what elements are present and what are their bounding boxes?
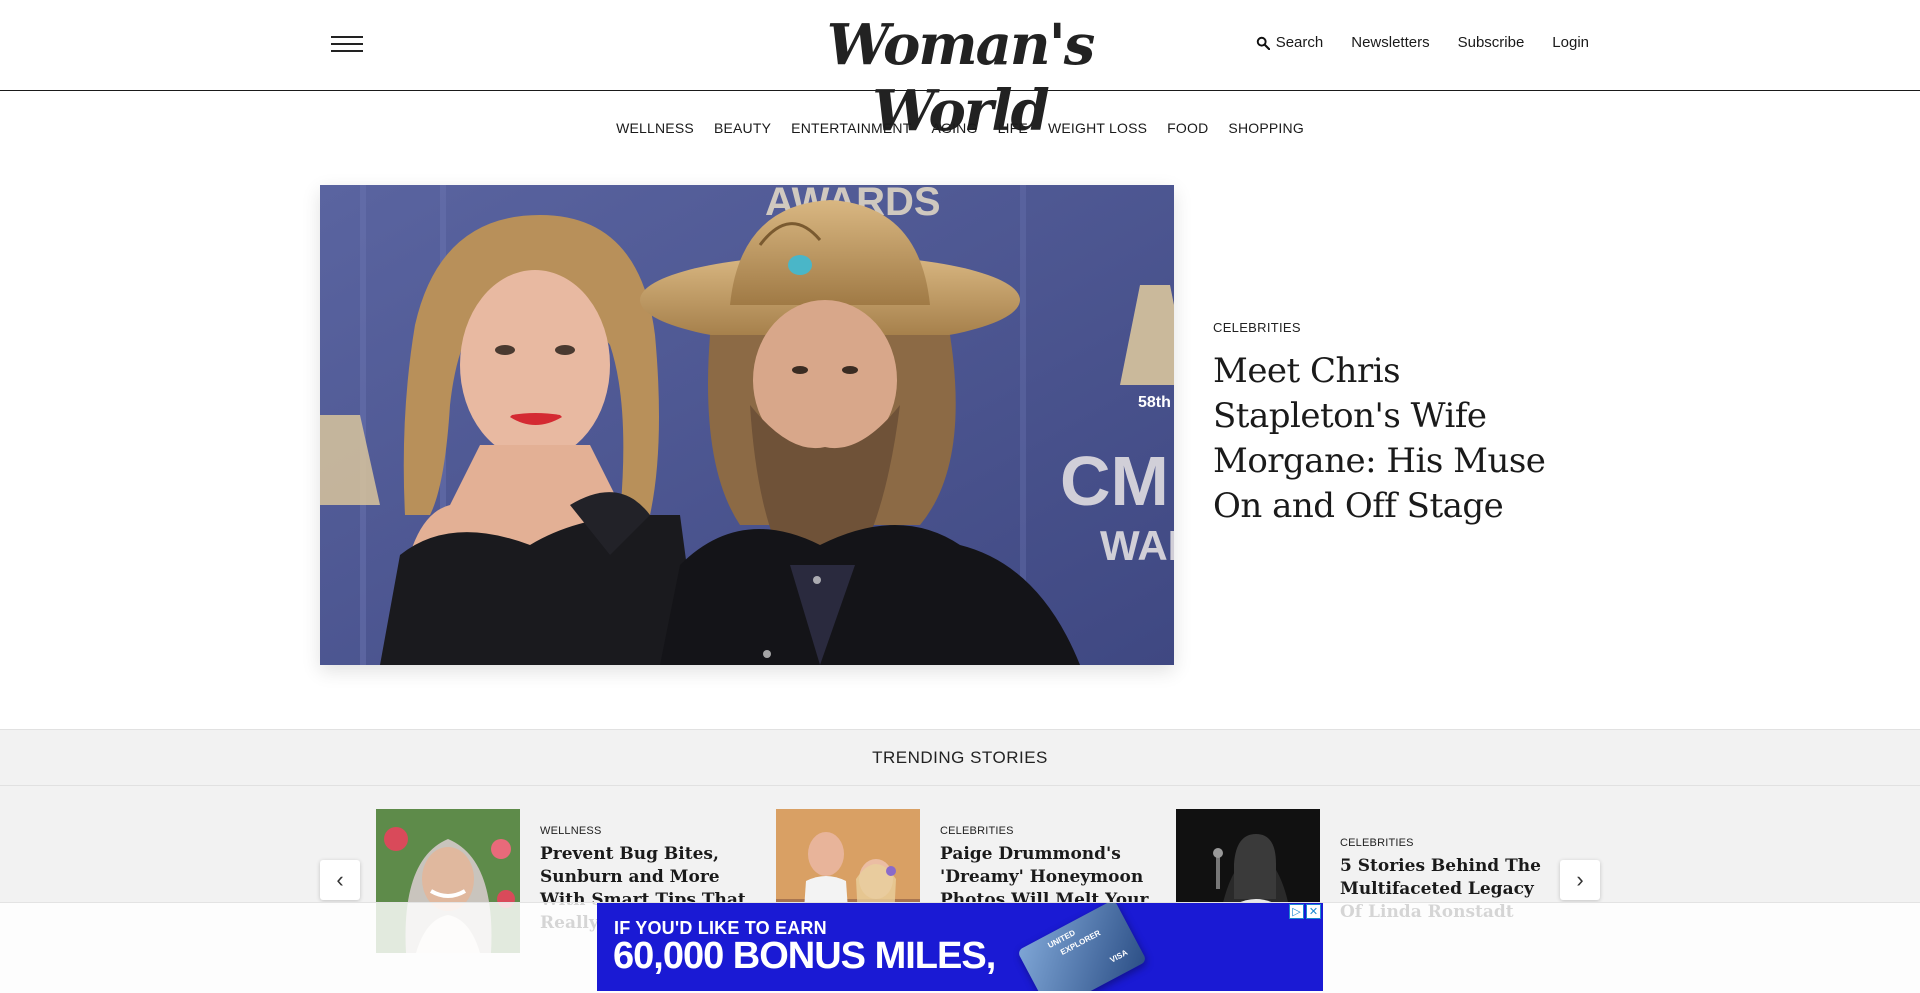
menu-icon[interactable] <box>331 36 363 56</box>
utility-nav: Search Newsletters Subscribe Login <box>1256 34 1589 51</box>
subscribe-link[interactable]: Subscribe <box>1458 34 1525 51</box>
trending-heading: TRENDING STORIES <box>0 730 1920 786</box>
ad-banner[interactable]: IF YOU'D LIKE TO EARN 60,000 BONUS MILES… <box>597 903 1323 991</box>
backdrop-edition-text: 58th <box>1138 394 1171 411</box>
hero-image[interactable]: AWARDS CM WAR 58th <box>320 185 1174 665</box>
ad-controls: ▷ ✕ <box>1289 904 1321 919</box>
newsletters-link[interactable]: Newsletters <box>1351 34 1429 51</box>
nav-item-shopping[interactable]: SHOPPING <box>1228 120 1304 136</box>
nav-item-entertainment[interactable]: ENTERTAINMENT <box>791 120 911 136</box>
next-arrow-button[interactable]: › <box>1560 860 1600 900</box>
search-label: Search <box>1275 34 1324 51</box>
category-nav: WELLNESS BEAUTY ENTERTAINMENT AGING LIFE… <box>0 120 1920 136</box>
nav-item-weight-loss[interactable]: WEIGHT LOSS <box>1048 120 1147 136</box>
site-header: Woman's World Search Newsletters Subscri… <box>0 0 1920 144</box>
prev-arrow-button[interactable]: ‹ <box>320 860 360 900</box>
trending-card-category: WELLNESS <box>540 825 602 837</box>
nav-item-life[interactable]: LIFE <box>998 120 1028 136</box>
card-network-text: VISA <box>1108 947 1130 965</box>
nav-item-aging[interactable]: AGING <box>931 120 977 136</box>
chevron-left-icon: ‹ <box>336 867 344 892</box>
hero-category[interactable]: CELEBRITIES <box>1213 320 1593 335</box>
hero-photo: AWARDS CM WAR 58th <box>320 185 1174 665</box>
search-icon <box>1256 36 1270 50</box>
trending-card-category: CELEBRITIES <box>1340 837 1414 849</box>
credit-card-image: UNITED EXPLORER VISA <box>1017 903 1147 991</box>
close-icon[interactable]: ✕ <box>1306 904 1321 919</box>
trending-card-category: CELEBRITIES <box>940 825 1014 837</box>
nav-item-wellness[interactable]: WELLNESS <box>616 120 694 136</box>
search-link[interactable]: Search <box>1256 34 1324 51</box>
nav-item-beauty[interactable]: BEAUTY <box>714 120 771 136</box>
ad-offer: 60,000 BONUS MILES, <box>613 935 996 977</box>
backdrop-cma-text: CM <box>1060 442 1169 520</box>
login-link[interactable]: Login <box>1552 34 1589 51</box>
chevron-right-icon: › <box>1576 867 1584 892</box>
backdrop-war-text: WAR <box>1100 522 1174 569</box>
nav-item-food[interactable]: FOOD <box>1167 120 1208 136</box>
adchoices-icon[interactable]: ▷ <box>1289 904 1304 919</box>
hero-text: CELEBRITIES Meet Chris Stapleton's Wife … <box>1213 320 1593 529</box>
hero-title[interactable]: Meet Chris Stapleton's Wife Morgane: His… <box>1213 349 1593 529</box>
